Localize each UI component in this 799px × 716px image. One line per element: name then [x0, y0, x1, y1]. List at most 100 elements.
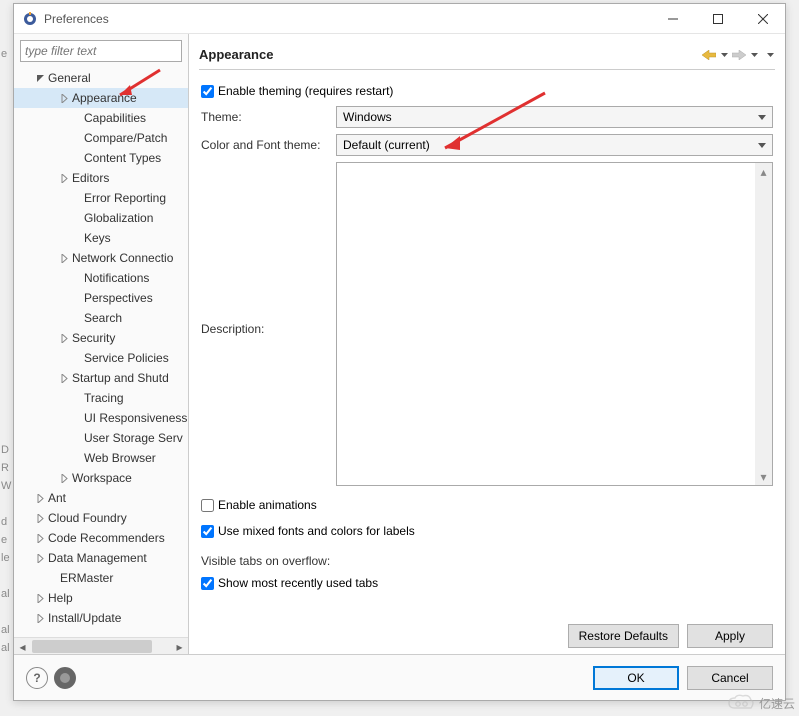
tree-item-notifications[interactable]: Notifications [14, 268, 188, 288]
enable-animations-checkbox[interactable] [201, 499, 214, 512]
panel-title: Appearance [199, 47, 701, 62]
colorfont-select[interactable]: Default (current) [336, 134, 773, 156]
tree-item-compare-patch[interactable]: Compare/Patch [14, 128, 188, 148]
tree-item-install-update[interactable]: Install/Update [14, 608, 188, 628]
show-recent-tabs-label: Show most recently used tabs [218, 576, 378, 590]
visible-tabs-label: Visible tabs on overflow: [201, 554, 773, 568]
expand-icon[interactable] [34, 592, 46, 604]
expand-icon[interactable] [58, 332, 70, 344]
expand-icon[interactable] [58, 172, 70, 184]
tree-item-label: Web Browser [84, 451, 156, 465]
expand-icon[interactable] [34, 532, 46, 544]
tree-item-label: Data Management [48, 551, 147, 565]
spacer [70, 192, 82, 204]
spacer [70, 152, 82, 164]
spacer [70, 132, 82, 144]
enable-animations-row: Enable animations [201, 494, 773, 516]
expand-icon[interactable] [34, 512, 46, 524]
panel-menu-dropdown[interactable] [765, 53, 775, 57]
collapse-icon[interactable] [34, 72, 46, 84]
tree-item-service-policies[interactable]: Service Policies [14, 348, 188, 368]
colorfont-row: Color and Font theme: Default (current) [201, 134, 773, 156]
filter-input[interactable] [20, 40, 182, 62]
nav-forward-button[interactable] [731, 47, 747, 63]
scroll-left-button[interactable]: ◂ [14, 638, 31, 654]
expand-icon[interactable] [34, 552, 46, 564]
tree-item-label: Install/Update [48, 611, 121, 625]
nav-forward-dropdown[interactable] [749, 53, 759, 57]
cancel-button[interactable]: Cancel [687, 666, 773, 690]
import-export-button[interactable] [54, 667, 76, 689]
theme-select[interactable]: Windows [336, 106, 773, 128]
close-button[interactable] [740, 4, 785, 34]
spacer [70, 212, 82, 224]
scroll-right-button[interactable]: ▸ [171, 638, 188, 654]
tree-item-code-recommenders[interactable]: Code Recommenders [14, 528, 188, 548]
mixed-fonts-checkbox[interactable] [201, 525, 214, 538]
tree-item-globalization[interactable]: Globalization [14, 208, 188, 228]
tree-item-label: ERMaster [60, 571, 113, 585]
minimize-button[interactable] [650, 4, 695, 34]
tree-item-web-browser[interactable]: Web Browser [14, 448, 188, 468]
tree-item-general[interactable]: General [14, 68, 188, 88]
description-scrollbar[interactable]: ▴ ▾ [755, 163, 772, 485]
tree-item-content-types[interactable]: Content Types [14, 148, 188, 168]
spacer [70, 452, 82, 464]
preferences-tree[interactable]: General AppearanceCapabilitiesCompare/Pat… [14, 68, 188, 637]
restore-defaults-button[interactable]: Restore Defaults [568, 624, 679, 648]
tree-item-tracing[interactable]: Tracing [14, 388, 188, 408]
show-recent-tabs-row: Show most recently used tabs [201, 572, 773, 594]
tree-horizontal-scrollbar[interactable]: ◂ ▸ [14, 637, 188, 654]
apply-button[interactable]: Apply [687, 624, 773, 648]
tree-item-user-storage-serv[interactable]: User Storage Serv [14, 428, 188, 448]
theme-label: Theme: [201, 110, 336, 124]
tree-item-search[interactable]: Search [14, 308, 188, 328]
show-recent-tabs-checkbox[interactable] [201, 577, 214, 590]
help-button[interactable]: ? [26, 667, 48, 689]
tree-item-ermaster[interactable]: ERMaster [14, 568, 188, 588]
ok-button[interactable]: OK [593, 666, 679, 690]
tree-item-label: General [48, 71, 91, 85]
scrollbar-thumb[interactable] [32, 640, 152, 653]
tree-item-network-connectio[interactable]: Network Connectio [14, 248, 188, 268]
tree-item-label: Network Connectio [72, 251, 173, 265]
tree-item-startup-and-shutd[interactable]: Startup and Shutd [14, 368, 188, 388]
bottom-bar: ? OK Cancel [14, 654, 785, 700]
expand-icon[interactable] [34, 612, 46, 624]
expand-icon[interactable] [58, 372, 70, 384]
scroll-up-icon[interactable]: ▴ [755, 163, 772, 180]
enable-animations-label: Enable animations [218, 498, 317, 512]
tree-item-ant[interactable]: Ant [14, 488, 188, 508]
expand-icon[interactable] [34, 492, 46, 504]
enable-theming-checkbox[interactable] [201, 85, 214, 98]
tree-item-help[interactable]: Help [14, 588, 188, 608]
tree-item-perspectives[interactable]: Perspectives [14, 288, 188, 308]
tree-item-security[interactable]: Security [14, 328, 188, 348]
tree-item-workspace[interactable]: Workspace [14, 468, 188, 488]
window-controls [650, 4, 785, 34]
spacer [70, 432, 82, 444]
tree-item-label: Ant [48, 491, 66, 505]
description-label: Description: [201, 162, 336, 336]
expand-icon[interactable] [58, 252, 70, 264]
nav-back-button[interactable] [701, 47, 717, 63]
spacer [70, 312, 82, 324]
tree-item-capabilities[interactable]: Capabilities [14, 108, 188, 128]
nav-back-dropdown[interactable] [719, 53, 729, 57]
tree-item-appearance[interactable]: Appearance [14, 88, 188, 108]
help-buttons: ? [26, 667, 593, 689]
tree-item-error-reporting[interactable]: Error Reporting [14, 188, 188, 208]
tree-item-keys[interactable]: Keys [14, 228, 188, 248]
tree-item-ui-responsiveness[interactable]: UI Responsiveness [14, 408, 188, 428]
description-box[interactable]: ▴ ▾ [336, 162, 773, 486]
scroll-down-icon[interactable]: ▾ [755, 468, 772, 485]
tree-item-data-management[interactable]: Data Management [14, 548, 188, 568]
expand-icon[interactable] [58, 92, 70, 104]
tree-item-cloud-foundry[interactable]: Cloud Foundry [14, 508, 188, 528]
tree-item-editors[interactable]: Editors [14, 168, 188, 188]
expand-icon[interactable] [58, 472, 70, 484]
spacer [70, 352, 82, 364]
spacer [46, 572, 58, 584]
maximize-button[interactable] [695, 4, 740, 34]
tree-item-label: Workspace [72, 471, 132, 485]
